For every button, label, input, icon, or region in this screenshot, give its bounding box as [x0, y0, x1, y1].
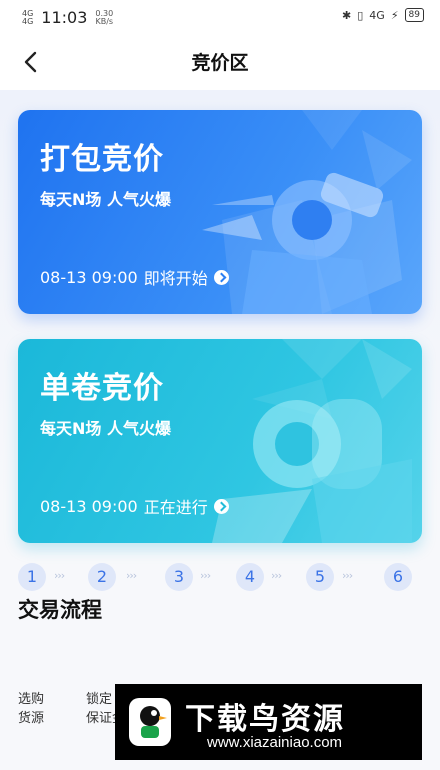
- nav-bar: 竞价区: [0, 34, 440, 90]
- card-time: 08-13 09:00: [40, 496, 138, 516]
- signal-2: 4G: [22, 16, 34, 26]
- card-schedule: 08-13 09:00 即将开始: [40, 265, 229, 289]
- step-label-line: 货源: [18, 711, 45, 726]
- step-1: 1: [18, 563, 46, 591]
- card-status: 正在进行: [143, 498, 208, 517]
- bird-logo-icon: [129, 698, 171, 746]
- card-title: 单卷竞价: [40, 371, 164, 406]
- step-2: 2: [88, 563, 116, 591]
- process-title: 交易流程: [18, 598, 102, 622]
- bluetooth-icon: ✱: [342, 8, 352, 22]
- step-arrow: ›››: [54, 569, 65, 582]
- card-subtitle: 每天N场 人气火爆: [40, 419, 171, 438]
- step-arrow: ›››: [342, 569, 353, 582]
- step-label-line: 选购: [18, 692, 45, 707]
- step-arrow: ›››: [126, 569, 137, 582]
- network-type: 4G: [369, 8, 385, 22]
- arrow-right-circle-icon: [213, 498, 229, 514]
- step-4: 4: [236, 563, 264, 591]
- card-time: 08-13 09:00: [40, 267, 138, 287]
- main-content: 打包竞价 每天N场 人气火爆 08-13 09:00 即将开始 单卷竞价 每天N…: [0, 90, 440, 770]
- charging-icon: ⚡: [390, 8, 399, 22]
- card-status: 即将开始: [143, 269, 208, 288]
- net-speed-unit: KB/s: [95, 16, 114, 26]
- status-bar: 4G 4G 11:03 0.30 KB/s ✱ ▯ 4G ⚡ 89: [0, 0, 440, 34]
- step-6: 6: [384, 563, 412, 591]
- step-5: 5: [306, 563, 334, 591]
- single-roll-bidding-card[interactable]: 单卷竞价 每天N场 人气火爆 08-13 09:00 正在进行: [18, 339, 422, 543]
- signal-indicators: 4G 4G: [22, 9, 34, 26]
- watermark-url: www.xiazainiao.com: [207, 734, 343, 751]
- arrow-right-circle-icon: [213, 269, 229, 285]
- page-title: 竞价区: [191, 52, 249, 74]
- vibrate-icon: ▯: [357, 8, 364, 22]
- card-schedule: 08-13 09:00 正在进行: [40, 494, 229, 518]
- package-bidding-card[interactable]: 打包竞价 每天N场 人气火爆 08-13 09:00 即将开始: [18, 110, 422, 314]
- step-1-label: 选购 货源: [18, 690, 44, 728]
- watermark-banner: 下载鸟资源 www.xiazainiao.com: [115, 684, 422, 760]
- process-steps: 1 ››› 2 ››› 3 ››› 4 ››› 5 ››› 6: [16, 563, 426, 595]
- step-3: 3: [165, 563, 193, 591]
- card-title: 打包竞价: [40, 142, 164, 177]
- step-arrow: ›››: [271, 569, 282, 582]
- card-subtitle: 每天N场 人气火爆: [40, 190, 171, 209]
- battery-icon: 89: [404, 8, 424, 22]
- clock: 11:03: [41, 8, 88, 27]
- net-speed: 0.30 KB/s: [95, 9, 114, 26]
- step-arrow: ›››: [200, 569, 211, 582]
- watermark-title: 下载鸟资源: [185, 702, 345, 737]
